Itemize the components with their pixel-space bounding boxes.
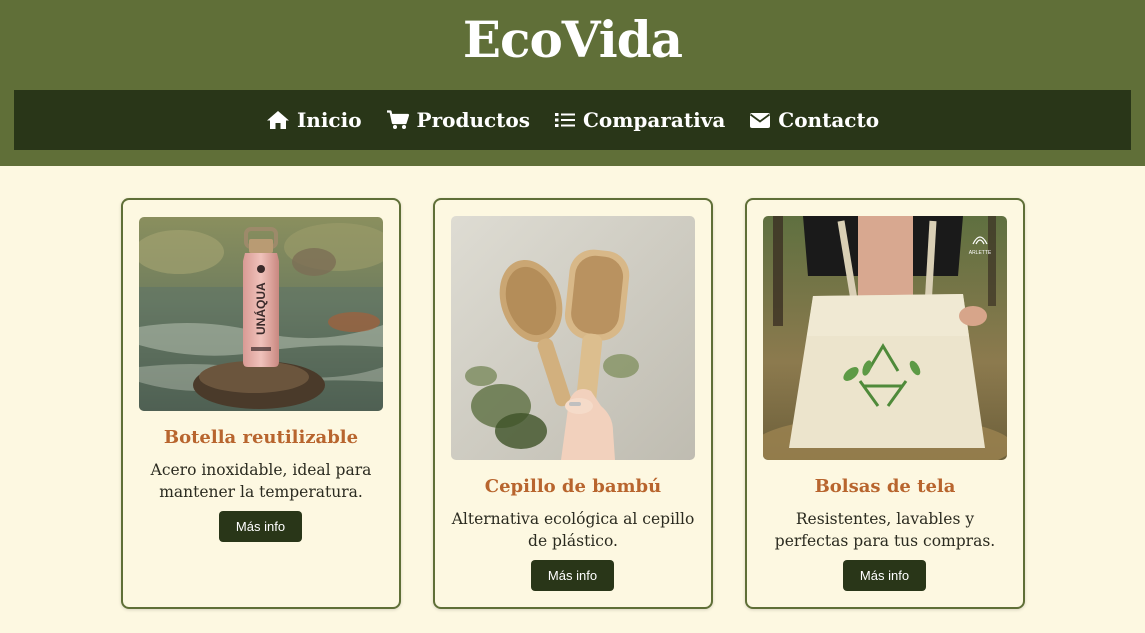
nav-item-inicio[interactable]: Inicio — [266, 108, 362, 132]
envelope-icon — [749, 110, 771, 130]
nav-item-contacto[interactable]: Contacto — [749, 108, 879, 132]
product-card-bolsas: ARLETTE Bolsas de tela Resistentes, lava… — [745, 198, 1025, 609]
brand-title: EcoVida — [462, 10, 683, 69]
cart-icon — [386, 110, 410, 130]
list-icon — [554, 110, 576, 130]
main-nav: Inicio Productos Comparativa Contacto — [14, 90, 1131, 150]
nav-label-comparativa: Comparativa — [583, 108, 726, 132]
tote-brand-text: ARLETTE — [969, 250, 992, 256]
site-header: EcoVida Inicio Productos Comparativa Con… — [0, 0, 1145, 166]
brush-product-image — [451, 216, 695, 460]
mas-info-button[interactable]: Más info — [531, 560, 614, 591]
mas-info-button[interactable]: Más info — [219, 511, 302, 542]
product-description: Resistentes, lavables y perfectas para t… — [774, 510, 996, 550]
product-card-cepillo: Cepillo de bambú Alternativa ecológica a… — [433, 198, 713, 609]
nav-label-productos: Productos — [416, 108, 531, 132]
nav-item-comparativa[interactable]: Comparativa — [554, 108, 725, 132]
product-card-botella: UNÁQUA Botella reutilizable Acero inoxid… — [121, 198, 401, 609]
nav-item-productos[interactable]: Productos — [386, 108, 530, 132]
home-icon — [266, 110, 290, 130]
nav-label-inicio: Inicio — [296, 108, 362, 132]
bottle-product-image: UNÁQUA — [139, 217, 383, 411]
product-title: Cepillo de bambú — [484, 476, 662, 497]
product-description: Alternativa ecológica al cepillo de plás… — [451, 510, 695, 550]
product-description: Acero inoxidable, ideal para mantener la… — [150, 461, 372, 501]
bottle-brand-text: UNÁQUA — [253, 282, 268, 335]
product-title: Bolsas de tela — [814, 476, 956, 497]
tote-bag-product-image: ARLETTE — [763, 216, 1007, 460]
mas-info-button[interactable]: Más info — [843, 560, 926, 591]
nav-label-contacto: Contacto — [778, 108, 880, 132]
product-title: Botella reutilizable — [163, 427, 359, 448]
